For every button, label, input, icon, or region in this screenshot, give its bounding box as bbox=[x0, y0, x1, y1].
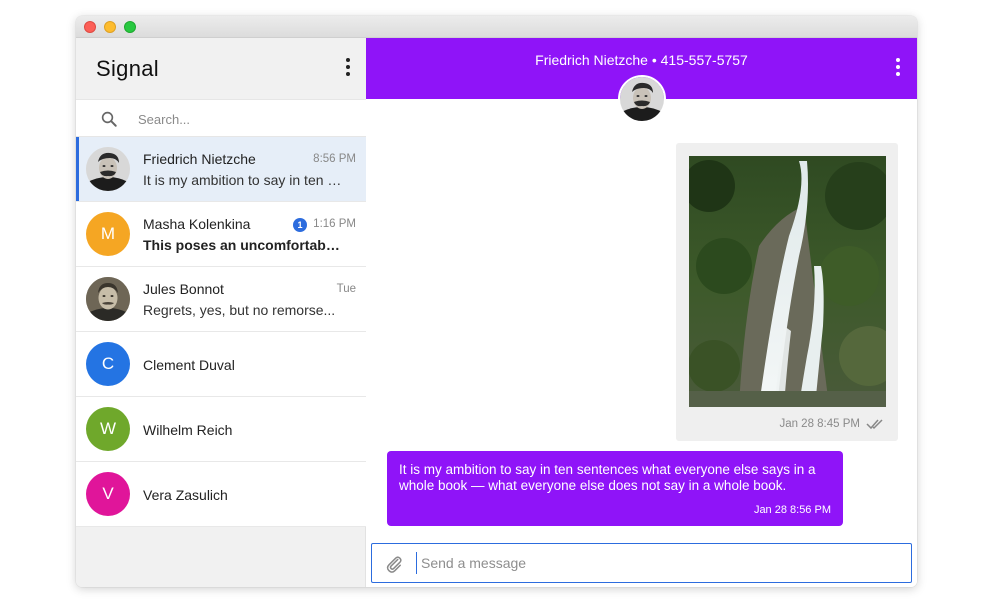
conversation-panel: Friedrich Nietzche • 415-557-5757 Jan 28… bbox=[366, 38, 917, 587]
waterfall-image[interactable] bbox=[689, 156, 886, 407]
app-title: Signal bbox=[96, 56, 159, 81]
portrait-icon bbox=[86, 147, 130, 191]
conversation-item[interactable]: W Wilhelm Reich bbox=[76, 397, 366, 462]
contact-name: Masha Kolenkina bbox=[143, 216, 251, 232]
conversation-item[interactable]: V Vera Zasulich bbox=[76, 462, 366, 527]
title-bar bbox=[76, 16, 917, 38]
message-composer bbox=[371, 543, 912, 583]
image-message: Jan 28 8:45 PM bbox=[676, 143, 898, 441]
double-check-icon bbox=[866, 419, 883, 430]
contact-name: Wilhelm Reich bbox=[143, 422, 233, 438]
avatar bbox=[86, 277, 130, 321]
message-timestamp: Jan 28 8:56 PM bbox=[753, 504, 831, 516]
conversation-item[interactable]: M Masha Kolenkina 1 1:16 PM This poses a… bbox=[76, 202, 366, 267]
search-bar bbox=[76, 99, 366, 137]
search-icon bbox=[101, 111, 117, 127]
close-window-button[interactable] bbox=[84, 21, 96, 33]
avatar bbox=[86, 147, 130, 191]
timestamp: 1:16 PM bbox=[313, 218, 356, 230]
message-text: It is my ambition to say in ten sentence… bbox=[399, 462, 816, 493]
conversation-item[interactable]: C Clement Duval bbox=[76, 332, 366, 397]
contact-name: Jules Bonnot bbox=[143, 281, 224, 297]
avatar: C bbox=[86, 342, 130, 386]
app-window: Signal Search... Friedrich Nietzche 8:56… bbox=[76, 16, 917, 587]
message-timestamp: Jan 28 8:45 PM bbox=[779, 418, 860, 430]
sidebar: Signal Search... Friedrich Nietzche 8:56… bbox=[76, 38, 366, 587]
sidebar-header: Signal bbox=[76, 38, 366, 99]
timestamp: Tue bbox=[336, 283, 356, 295]
contact-title[interactable]: Friedrich Nietzche • 415-557-5757 bbox=[366, 52, 917, 68]
message-snippet: It is my ambition to say in ten sentence… bbox=[143, 172, 343, 188]
outgoing-message: It is my ambition to say in ten sentence… bbox=[387, 451, 843, 526]
conversation-item[interactable]: Jules Bonnot Tue Regrets, yes, but no re… bbox=[76, 267, 366, 332]
avatar: W bbox=[86, 407, 130, 451]
search-input[interactable] bbox=[138, 106, 358, 132]
contact-name: Friedrich Nietzche bbox=[143, 151, 256, 167]
message-snippet: Regrets, yes, but no remorse... bbox=[143, 302, 336, 318]
conversation-list: Friedrich Nietzche 8:56 PM It is my ambi… bbox=[76, 137, 366, 527]
contact-name: Clement Duval bbox=[143, 357, 235, 373]
message-snippet: This poses an uncomfortable question bbox=[143, 237, 343, 253]
minimize-window-button[interactable] bbox=[104, 21, 116, 33]
unread-badge: 1 bbox=[293, 218, 307, 232]
portrait-icon bbox=[86, 277, 130, 321]
message-meta: Jan 28 8:45 PM bbox=[779, 418, 884, 430]
sidebar-menu-icon[interactable] bbox=[345, 58, 351, 78]
message-input[interactable] bbox=[416, 552, 896, 574]
header-avatar[interactable] bbox=[618, 75, 666, 123]
portrait-icon bbox=[620, 77, 664, 121]
avatar: M bbox=[86, 212, 130, 256]
avatar: V bbox=[86, 472, 130, 516]
contact-name: Vera Zasulich bbox=[143, 487, 228, 503]
conversation-menu-icon[interactable] bbox=[895, 58, 901, 78]
paperclip-icon[interactable] bbox=[384, 554, 404, 574]
conversation-item[interactable]: Friedrich Nietzche 8:56 PM It is my ambi… bbox=[76, 137, 366, 202]
timestamp: 8:56 PM bbox=[313, 153, 356, 165]
zoom-window-button[interactable] bbox=[124, 21, 136, 33]
